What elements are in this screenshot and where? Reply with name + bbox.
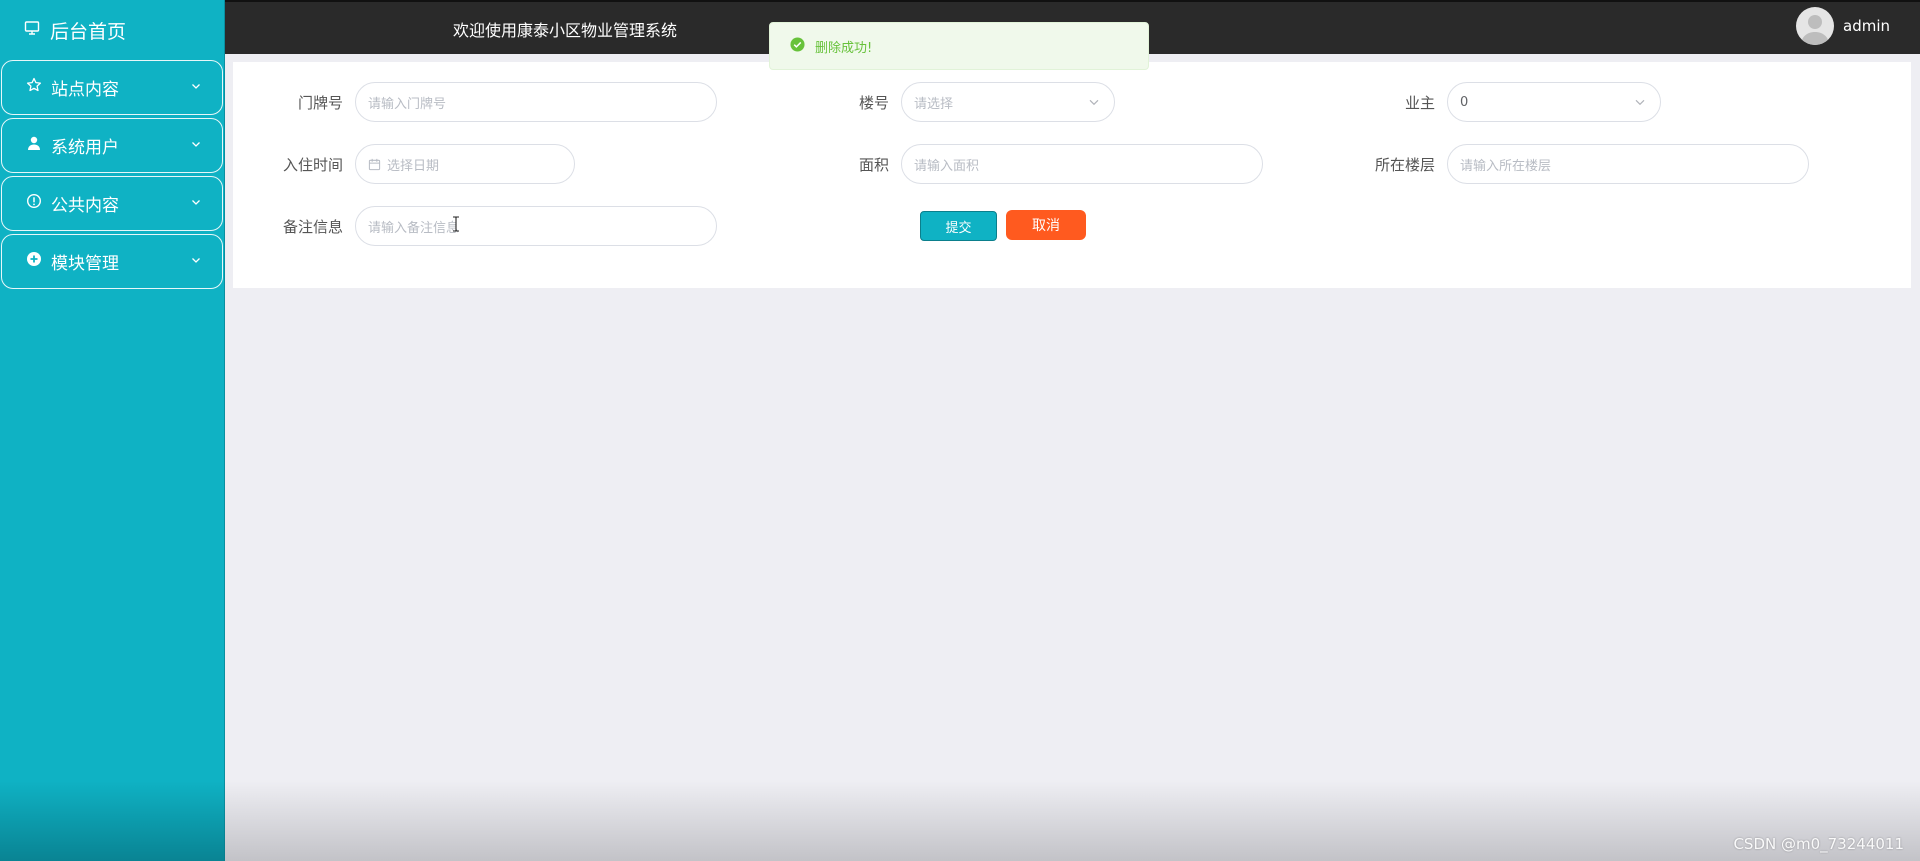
monitor-icon xyxy=(24,19,40,41)
chevron-down-icon xyxy=(1088,96,1100,112)
star-icon xyxy=(26,77,42,98)
owner-label: 业主 xyxy=(1404,93,1435,112)
plus-circle-icon xyxy=(26,251,42,272)
bottom-shade xyxy=(225,781,1920,861)
text-cursor-icon xyxy=(452,216,460,236)
checkin-time-field: 入住时间 选择日期 xyxy=(249,144,575,184)
page-title: 欢迎使用康泰小区物业管理系统 xyxy=(453,21,678,40)
chevron-down-icon xyxy=(190,251,202,271)
remark-input[interactable]: 请输入备注信息 xyxy=(355,206,717,246)
user-menu[interactable]: admin xyxy=(1796,7,1890,45)
area-label: 面积 xyxy=(858,155,889,174)
door-number-label: 门牌号 xyxy=(297,93,343,112)
owner-value: 0 xyxy=(1460,94,1469,110)
building-field: 楼号 请选择 xyxy=(795,82,1115,122)
sidebar-bottom-shade xyxy=(0,781,225,861)
floor-placeholder: 请输入所在楼层 xyxy=(1460,158,1552,174)
sidebar-item-label: 公共内容 xyxy=(51,196,119,216)
sidebar-item-system-users[interactable]: 系统用户 xyxy=(1,118,223,173)
door-number-placeholder: 请输入门牌号 xyxy=(368,96,447,112)
sidebar-item-label: 系统用户 xyxy=(51,138,119,158)
username: admin xyxy=(1843,17,1890,35)
sidebar-home-link[interactable]: 后台首页 xyxy=(0,0,224,60)
sidebar-item-public-content[interactable]: 公共内容 xyxy=(1,176,223,231)
remark-field: 备注信息 请输入备注信息 xyxy=(249,206,717,246)
building-placeholder: 请选择 xyxy=(914,96,954,112)
floor-field: 所在楼层 请输入所在楼层 xyxy=(1341,144,1809,184)
submit-button[interactable]: 提交 xyxy=(920,211,997,241)
avatar[interactable] xyxy=(1796,7,1834,45)
sidebar-item-label: 模块管理 xyxy=(51,254,119,274)
checkin-date-picker[interactable]: 选择日期 xyxy=(355,144,575,184)
area-field: 面积 请输入面积 xyxy=(795,144,1263,184)
building-select[interactable]: 请选择 xyxy=(901,82,1115,122)
owner-select[interactable]: 0 xyxy=(1447,82,1661,122)
chevron-down-icon xyxy=(1634,96,1646,112)
sidebar-item-module-management[interactable]: 模块管理 xyxy=(1,234,223,289)
user-icon xyxy=(26,135,42,156)
sidebar-item-label: 站点内容 xyxy=(51,80,119,100)
sidebar-item-site-content[interactable]: 站点内容 xyxy=(1,60,223,115)
chevron-down-icon xyxy=(190,193,202,213)
building-label: 楼号 xyxy=(858,93,889,112)
door-number-field: 门牌号 请输入门牌号 xyxy=(249,82,717,122)
cancel-button[interactable]: 取消 xyxy=(1006,210,1086,240)
watermark: CSDN @m0_73244011 xyxy=(1733,835,1904,853)
check-circle-icon xyxy=(790,36,805,56)
area-placeholder: 请输入面积 xyxy=(914,158,980,174)
remark-label: 备注信息 xyxy=(282,217,343,236)
sidebar: 后台首页 站点内容 系统用户 公共内容 模块管理 xyxy=(0,0,225,861)
sidebar-home-label: 后台首页 xyxy=(50,20,127,43)
info-icon xyxy=(26,193,42,214)
toast-message: 删除成功! xyxy=(815,40,873,56)
chevron-down-icon xyxy=(190,135,202,155)
calendar-icon xyxy=(368,158,381,171)
floor-label: 所在楼层 xyxy=(1374,155,1435,174)
owner-field: 业主 0 xyxy=(1341,82,1661,122)
form-panel: 门牌号 请输入门牌号 楼号 请选择 业主 0 入住时间 选择日期 面积 请输入面… xyxy=(233,62,1911,288)
checkin-time-label: 入住时间 xyxy=(282,155,343,174)
remark-placeholder: 请输入备注信息 xyxy=(368,220,460,236)
area-input[interactable]: 请输入面积 xyxy=(901,144,1263,184)
door-number-input[interactable]: 请输入门牌号 xyxy=(355,82,717,122)
chevron-down-icon xyxy=(190,77,202,97)
floor-input[interactable]: 请输入所在楼层 xyxy=(1447,144,1809,184)
checkin-date-placeholder: 选择日期 xyxy=(387,158,440,174)
success-toast: 删除成功! xyxy=(769,22,1149,70)
